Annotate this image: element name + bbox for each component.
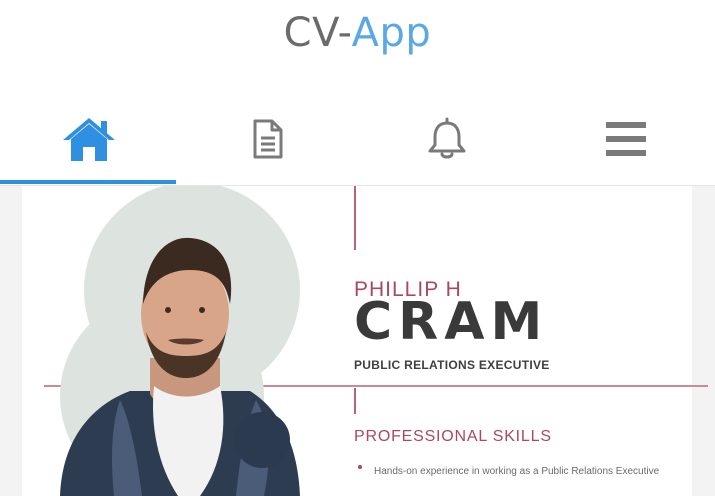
bullet-icon: [358, 465, 362, 469]
last-name: CRAM: [354, 292, 549, 352]
bell-icon: [428, 117, 466, 159]
tab-notifications[interactable]: [358, 92, 537, 186]
tab-menu[interactable]: [536, 92, 715, 186]
active-tab-indicator: [0, 180, 176, 184]
skills-heading: PROFESSIONAL SKILLS: [354, 428, 552, 445]
accent-line: [354, 186, 356, 250]
tab-home[interactable]: [0, 92, 179, 186]
app-title-part2: App: [351, 10, 432, 56]
resume-preview[interactable]: PHILLIP H CRAM PUBLIC RELATIONS EXECUTIV…: [0, 186, 715, 496]
app-title-part1: CV-: [283, 10, 352, 56]
menu-icon: [605, 122, 646, 156]
app-title: CV-App: [0, 8, 715, 58]
skill-item: Hands-on experience in working as a Publ…: [374, 466, 660, 477]
home-icon: [63, 118, 116, 161]
tab-bar: [0, 92, 715, 186]
app-header: CV-App: [0, 0, 715, 82]
document-icon: [253, 119, 283, 159]
decorative-photo-circle: [234, 412, 290, 468]
job-title: PUBLIC RELATIONS EXECUTIVE: [354, 358, 550, 372]
accent-line: [354, 388, 356, 414]
tab-documents[interactable]: [179, 92, 358, 186]
